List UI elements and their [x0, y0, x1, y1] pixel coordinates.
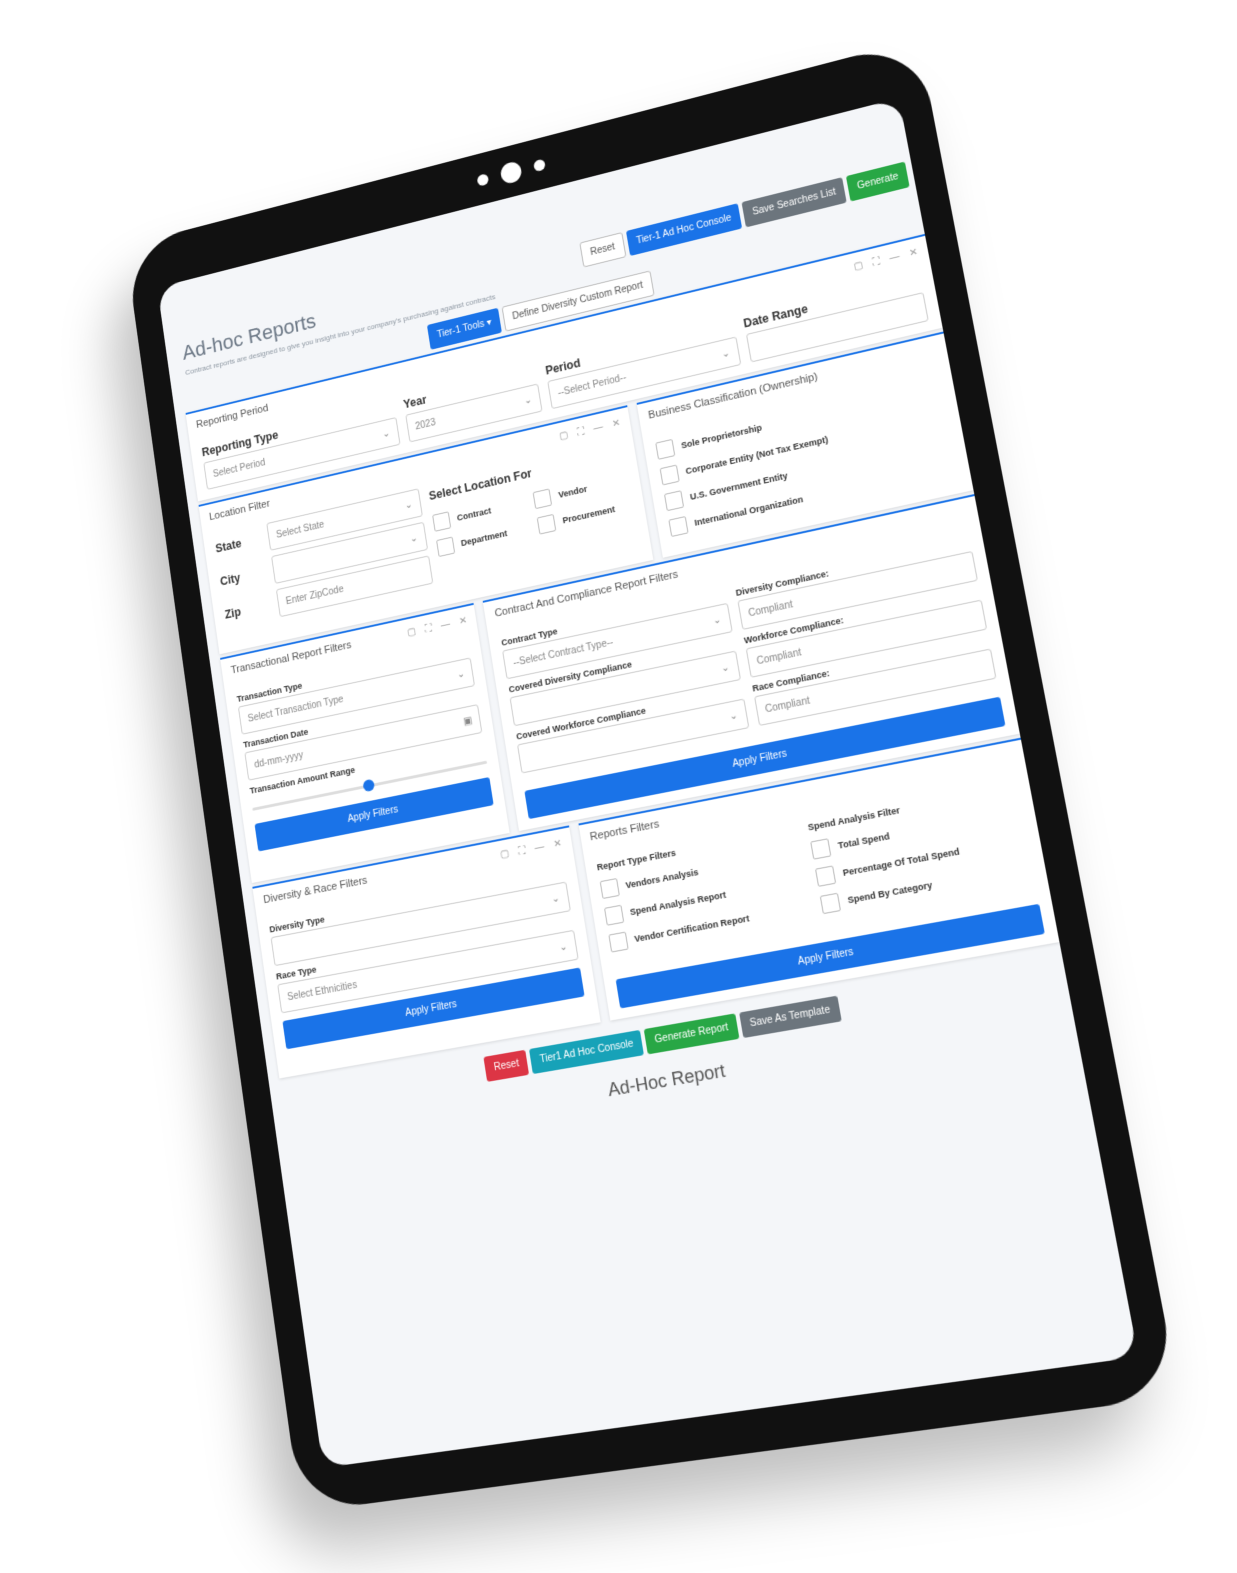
checkbox[interactable]	[810, 838, 832, 860]
camera-dot-icon	[533, 158, 546, 173]
tablet-mockup: Ad-hoc Reports Contract reports are desi…	[0, 0, 1237, 1573]
pin-icon[interactable]: ▢	[499, 848, 510, 860]
option-label: Spend Analysis Report	[629, 889, 727, 918]
checkbox[interactable]	[815, 865, 837, 887]
checkbox[interactable]	[820, 892, 842, 915]
camera-dot-icon	[476, 173, 490, 187]
select-value: Select Ethnicities	[286, 979, 358, 1003]
input-value: Compliant	[755, 646, 803, 667]
checkbox[interactable]	[663, 490, 684, 512]
generate-report-button[interactable]: Generate Report	[644, 1013, 740, 1055]
option-label: Vendor Certification Report	[633, 913, 751, 945]
generate-button[interactable]: Generate	[846, 161, 910, 202]
chevron-down-icon: ⌄	[381, 427, 391, 440]
state-label: State	[214, 536, 243, 556]
checkbox[interactable]	[655, 438, 676, 460]
card-tools: ▢ ⛶ — ✕	[499, 838, 562, 861]
pin-icon[interactable]: ▢	[558, 429, 569, 441]
select-value: Select Period	[212, 457, 266, 480]
pin-icon[interactable]: ▢	[407, 626, 417, 638]
chevron-down-icon: ⌄	[403, 499, 414, 511]
close-icon[interactable]: ✕	[908, 246, 918, 258]
select-value: 2023	[414, 416, 437, 432]
select-value: Select State	[275, 519, 325, 541]
chevron-down-icon: ⌄	[523, 394, 533, 407]
checkbox[interactable]	[432, 511, 452, 532]
expand-icon[interactable]: ⛶	[424, 622, 432, 634]
option-label: Total Spend	[837, 831, 891, 851]
option-label: Sole Proprietorship	[680, 422, 763, 451]
expand-icon[interactable]: ⛶	[518, 845, 526, 857]
checkbox[interactable]	[668, 516, 689, 538]
reset-button[interactable]: Reset	[579, 232, 627, 268]
tablet-frame: Ad-hoc Reports Contract reports are desi…	[125, 39, 1180, 1513]
slider-thumb[interactable]	[362, 778, 375, 793]
calendar-icon[interactable]: ▣	[463, 715, 473, 727]
footer-tier1-console-button[interactable]: Tier1 Ad Hoc Console	[529, 1029, 645, 1075]
saved-searches-button[interactable]: Save Searches List	[741, 177, 848, 228]
input-value: Compliant	[747, 598, 794, 619]
save-template-button[interactable]: Save As Template	[738, 995, 842, 1039]
option-label: Contract	[456, 505, 492, 523]
chevron-down-icon: ⌄	[720, 661, 731, 675]
chevron-down-icon: ⌄	[456, 668, 466, 681]
checkbox[interactable]	[607, 931, 629, 953]
chevron-down-icon: ⌄	[728, 709, 739, 723]
chevron-down-icon: ⌄	[712, 613, 723, 627]
zip-label: Zip	[224, 605, 242, 622]
close-icon[interactable]: ✕	[611, 417, 621, 429]
pin-icon[interactable]: ▢	[853, 259, 864, 272]
chevron-down-icon: ⌄	[720, 347, 731, 360]
checkbox[interactable]	[659, 464, 680, 486]
chevron-down-icon: ⌄	[550, 892, 561, 905]
minimize-icon[interactable]: —	[440, 618, 451, 630]
expand-icon[interactable]: ⛶	[872, 255, 881, 267]
footer-reset-button[interactable]: Reset	[483, 1049, 530, 1082]
input-value: Compliant	[764, 695, 811, 715]
select-value: --Select Period--	[557, 371, 627, 399]
camera-lens-icon	[499, 160, 523, 186]
checkbox[interactable]	[599, 878, 620, 900]
camera-cluster	[476, 154, 547, 191]
minimize-icon[interactable]: —	[592, 421, 603, 434]
tablet-screen: Ad-hoc Reports Contract reports are desi…	[157, 98, 1139, 1468]
chevron-down-icon: ⌄	[558, 940, 569, 954]
checkbox[interactable]	[435, 536, 456, 558]
close-icon[interactable]: ✕	[553, 838, 563, 850]
minimize-icon[interactable]: —	[534, 841, 545, 854]
zip-placeholder: Enter ZipCode	[285, 583, 345, 607]
expand-icon[interactable]: ⛶	[577, 426, 585, 438]
close-icon[interactable]: ✕	[458, 615, 467, 627]
checkbox[interactable]	[532, 488, 553, 510]
checkbox[interactable]	[537, 513, 557, 535]
option-label: Department	[460, 528, 509, 549]
tier1-console-button[interactable]: Tier-1 Ad Hoc Console	[625, 203, 743, 257]
checkbox[interactable]	[603, 904, 624, 926]
option-label: Vendors Analysis	[624, 866, 700, 891]
city-label: City	[219, 571, 242, 589]
adhoc-page: Ad-hoc Reports Contract reports are desi…	[175, 154, 1075, 1154]
option-label: Procurement	[561, 504, 616, 526]
chevron-down-icon: ⌄	[409, 532, 419, 545]
transactional-filters-card: Transactional Report Filters ▢ ⛶ — ✕ Tra…	[220, 602, 511, 884]
option-label: Vendor	[557, 483, 588, 500]
minimize-icon[interactable]: —	[889, 251, 901, 264]
date-placeholder: dd-mm-yyyy	[253, 749, 304, 771]
option-label: Spend By Category	[846, 879, 934, 906]
